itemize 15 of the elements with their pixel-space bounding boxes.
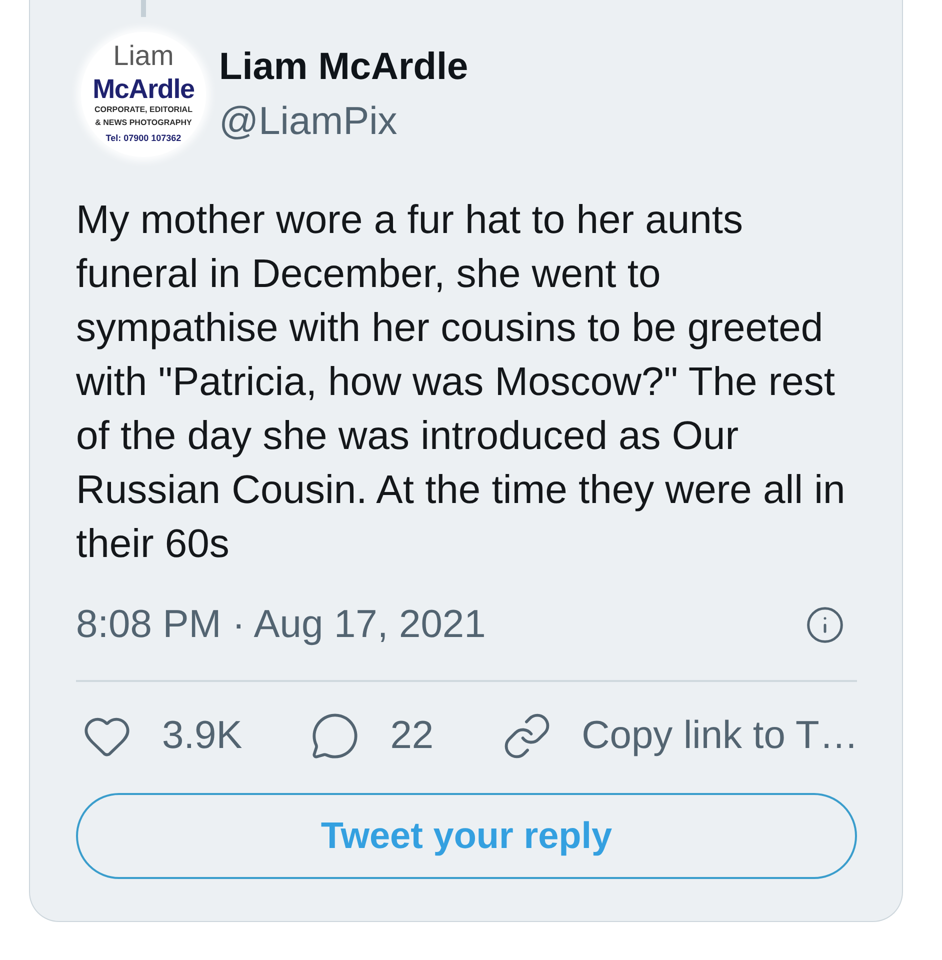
avatar-logo[interactable]: Liam McArdle CORPORATE, EDITORIAL & NEWS PHOTOGRAPHY Tel: 07900 107362: [81, 32, 206, 157]
author-name[interactable]: Liam McArdle: [219, 45, 468, 89]
logo-text: & NEWS PHOTOGRAPHY: [95, 119, 192, 127]
author-handle[interactable]: @LiamPix: [219, 100, 468, 144]
logo-text: McArdle: [92, 76, 194, 103]
logo-text: CORPORATE, EDITORIAL: [94, 106, 192, 114]
logo-text: Tel: 07900 107362: [106, 134, 182, 143]
tweet-text: My mother wore a fur hat to her aunts funeral in December, she went to sympathise with her cousins to be greeted with "Patricia, how was Moscow?" The rest of the day she was introduced as Our Russian Cousin. At the time they were all in their 60s: [76, 197, 846, 568]
logo-text: Liam: [113, 42, 174, 70]
tweet-timestamp: 8:08 PM · Aug 17, 2021: [76, 602, 486, 648]
speech-bubble-icon[interactable]: [310, 711, 360, 761]
action-label[interactable]: 22: [390, 712, 434, 760]
info-icon[interactable]: [805, 605, 845, 645]
action-label[interactable]: 3.9K: [162, 712, 242, 760]
action-label[interactable]: Copy link to T…: [582, 712, 858, 760]
